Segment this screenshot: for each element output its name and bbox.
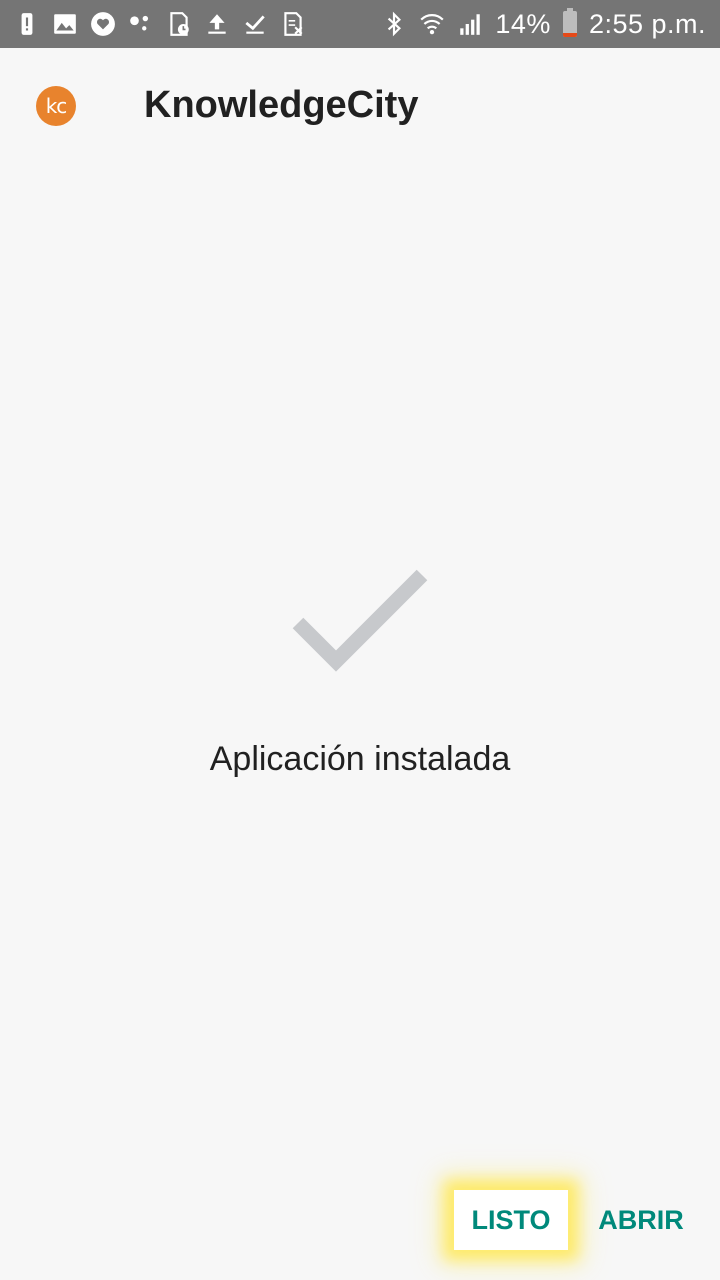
clock: 2:55 p.m. (588, 8, 706, 39)
app-title: KnowledgeCity (144, 84, 419, 126)
sim-clock-icon (166, 11, 192, 37)
wifi-icon (419, 11, 445, 37)
battery-percent: 14% (495, 8, 551, 39)
bluetooth-icon (381, 11, 407, 37)
system-icons: 14% 2:55 p.m. (381, 0, 706, 48)
done-button[interactable]: LISTO (454, 1190, 568, 1250)
battery-icon (562, 8, 577, 37)
dots-icon (128, 11, 154, 37)
app-logo: kc (36, 86, 76, 126)
image-icon (52, 11, 78, 37)
install-status-text: Aplicación instalada (209, 740, 511, 778)
notification-icons (14, 0, 306, 48)
heart-icon (90, 11, 116, 37)
app-header: kc KnowledgeCity (0, 48, 720, 160)
alert-icon (14, 11, 40, 37)
check-download-icon (242, 11, 268, 37)
status-bar: 14% 2:55 p.m. (0, 0, 720, 48)
open-button[interactable]: ABRIR (588, 1190, 694, 1250)
check-icon (290, 568, 430, 678)
sim-x-icon (280, 11, 306, 37)
signal-icon (457, 11, 483, 37)
upload-icon (204, 11, 230, 37)
